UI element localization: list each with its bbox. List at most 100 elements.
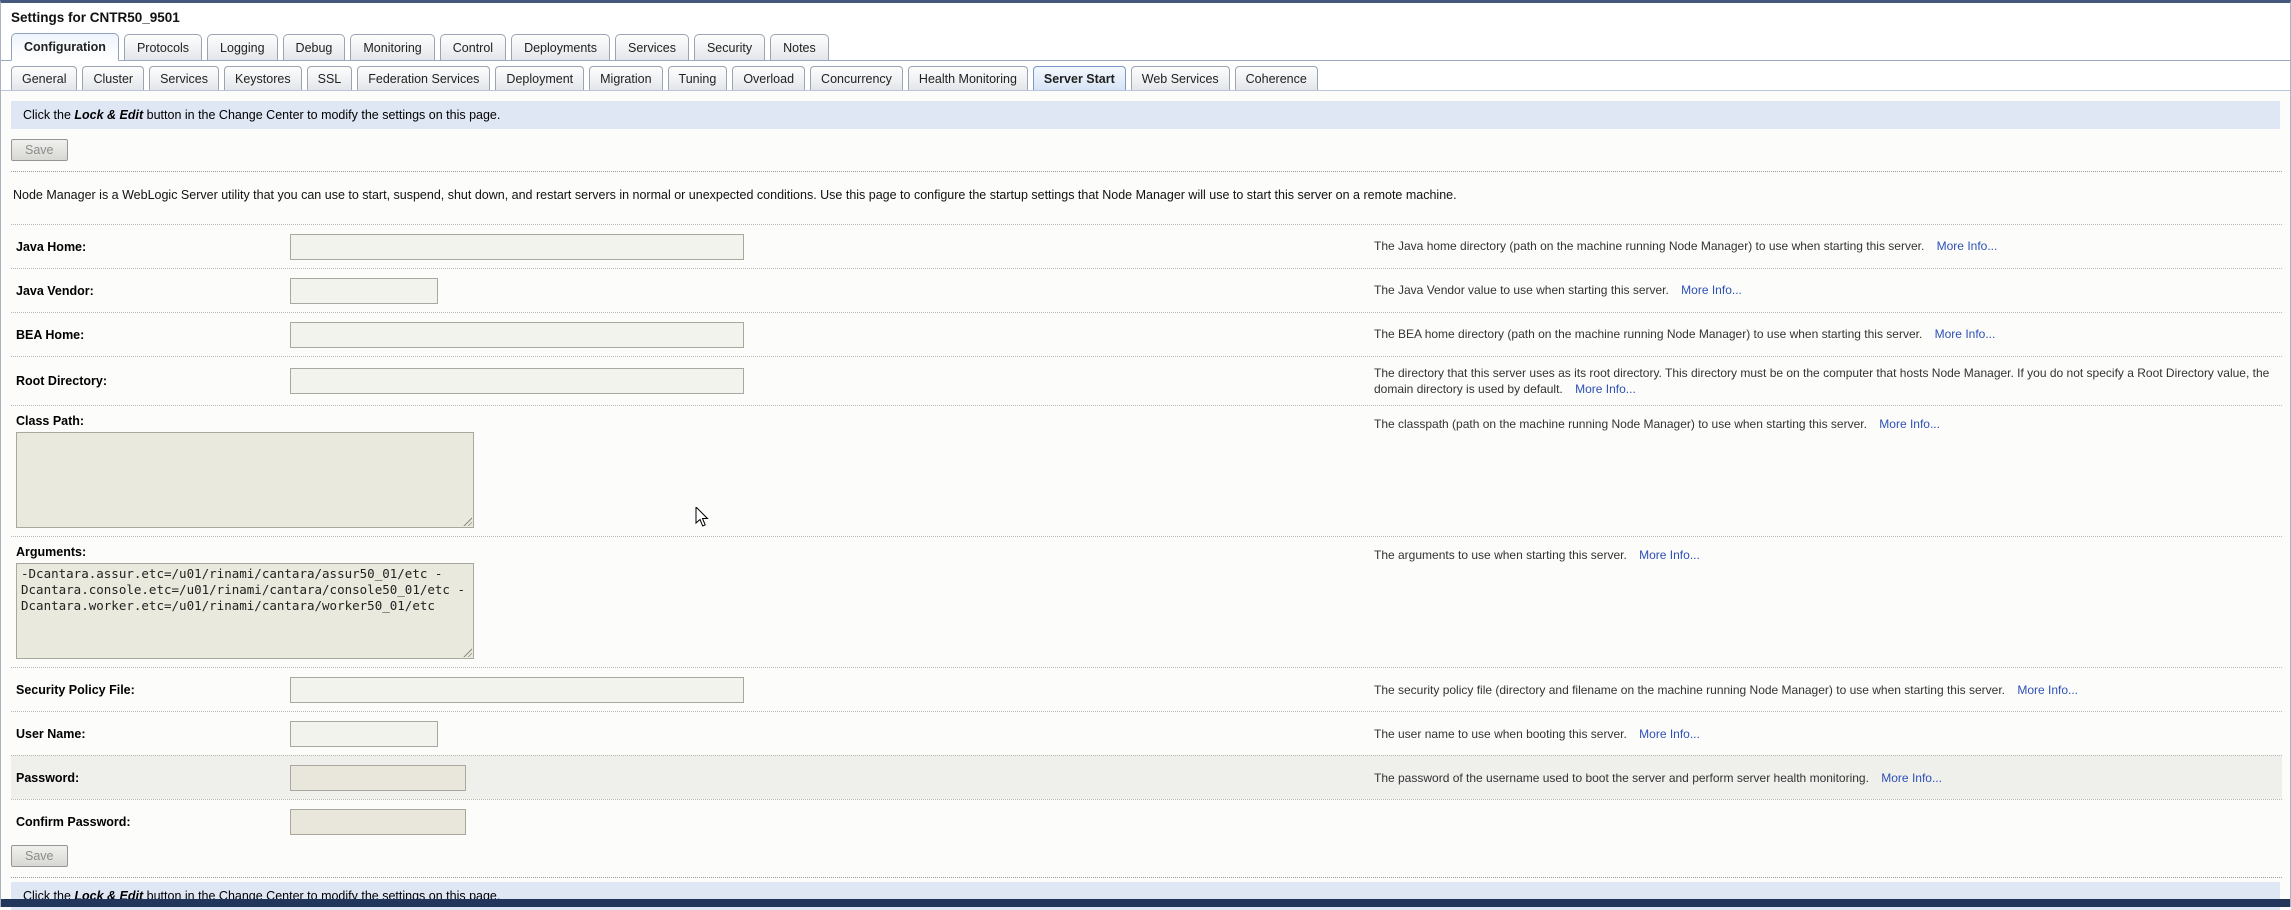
form-row-arguments: Arguments: -Dcantara.assur.etc=/u01/rinam… [11, 536, 2282, 667]
tab-general[interactable]: General [11, 66, 77, 90]
page-content: Click the Lock & Edit button in the Chan… [1, 91, 2290, 910]
bea-home-input[interactable] [290, 322, 744, 348]
form-row-root-directory: Root Directory: The directory that this s… [11, 356, 2282, 405]
page-title: Settings for CNTR50_9501 [1, 3, 2290, 30]
more-info-link[interactable]: More Info... [1879, 417, 1940, 431]
weblogic-console-page: Settings for CNTR50_9501 ConfigurationPr… [0, 0, 2291, 907]
class-path-textarea[interactable] [16, 432, 474, 528]
field-label-java-home: Java Home: [11, 240, 290, 254]
more-info-link[interactable]: More Info... [1639, 727, 1700, 741]
java-home-input[interactable] [290, 234, 744, 260]
lock-and-edit-emphasis: Lock & Edit [74, 108, 143, 122]
field-cell [290, 765, 1374, 791]
security-policy-file-input[interactable] [290, 677, 744, 703]
description-text: The password of the username used to boo… [1374, 771, 1872, 785]
java-vendor-input[interactable] [290, 278, 438, 304]
field-description: The directory that this server uses as i… [1374, 365, 2282, 397]
tab-services[interactable]: Services [615, 34, 689, 60]
more-info-link[interactable]: More Info... [1575, 382, 1636, 396]
field-description: The security policy file (directory and … [1374, 682, 2282, 698]
more-info-link[interactable]: More Info... [1881, 771, 1942, 785]
confirm-password-input[interactable] [290, 809, 466, 835]
notice-text: Click the [23, 108, 74, 122]
more-info-link[interactable]: More Info... [2017, 683, 2078, 697]
description-text: The classpath (path on the machine runni… [1374, 417, 1870, 431]
field-cell [290, 234, 1374, 260]
root-directory-input[interactable] [290, 368, 744, 394]
field-cell [290, 721, 1374, 747]
more-info-link[interactable]: More Info... [1639, 548, 1700, 562]
description-text: The BEA home directory (path on the mach… [1374, 327, 1926, 341]
more-info-link[interactable]: More Info... [1935, 327, 1996, 341]
page-bottom-bar [1, 899, 2290, 907]
field-description: The password of the username used to boo… [1374, 770, 2282, 786]
field-label-root-directory: Root Directory: [11, 374, 290, 388]
tab-protocols[interactable]: Protocols [124, 34, 202, 60]
tab-security[interactable]: Security [694, 34, 765, 60]
tab-notes[interactable]: Notes [770, 34, 829, 60]
field-label-security-policy-file: Security Policy File: [11, 683, 290, 697]
separator [11, 171, 2282, 172]
tab-control[interactable]: Control [440, 34, 506, 60]
field-label-password: Password: [11, 771, 290, 785]
page-description: Node Manager is a WebLogic Server utilit… [13, 188, 2280, 202]
form-row-bea-home: BEA Home:The BEA home directory (path on… [11, 312, 2282, 356]
field-label-java-vendor: Java Vendor: [11, 284, 290, 298]
tab-configuration[interactable]: Configuration [11, 33, 119, 61]
field-label-class-path: Class Path: [11, 414, 1374, 428]
save-button[interactable]: Save [11, 139, 68, 161]
primary-tab-bar: ConfigurationProtocolsLoggingDebugMonito… [1, 30, 2290, 61]
tab-cluster[interactable]: Cluster [82, 66, 144, 90]
field-cell [290, 368, 1374, 394]
field-label-arguments: Arguments: [11, 545, 1374, 559]
secondary-tab-bar: GeneralClusterServicesKeystoresSSLFedera… [1, 61, 2290, 91]
form-row-user-name: User Name: The user name to use when boot… [11, 711, 2282, 755]
tab-migration[interactable]: Migration [589, 66, 662, 90]
description-text: The security policy file (directory and … [1374, 683, 2008, 697]
description-text: The Java Vendor value to use when starti… [1374, 283, 1672, 297]
field-cell [290, 809, 1374, 835]
tab-coherence[interactable]: Coherence [1235, 66, 1318, 90]
server-start-form: Java Home:The Java home directory (path … [11, 224, 2282, 843]
field-description: The Java Vendor value to use when starti… [1374, 282, 2282, 298]
field-description: The classpath (path on the machine runni… [1374, 414, 2282, 432]
form-row-security-policy-file: Security Policy File: The security policy… [11, 667, 2282, 711]
user-name-input[interactable] [290, 721, 438, 747]
field-label-user-name: User Name: [11, 727, 290, 741]
description-text: The user name to use when booting this s… [1374, 727, 1630, 741]
tab-logging[interactable]: Logging [207, 34, 278, 60]
tab-concurrency[interactable]: Concurrency [810, 66, 903, 90]
field-cell [290, 322, 1374, 348]
tab-monitoring[interactable]: Monitoring [350, 34, 434, 60]
tab-debug[interactable]: Debug [283, 34, 346, 60]
tab-services[interactable]: Services [149, 66, 219, 90]
notice-text: button in the Change Center to modify th… [143, 108, 500, 122]
form-row-java-home: Java Home:The Java home directory (path … [11, 224, 2282, 268]
more-info-link[interactable]: More Info... [1681, 283, 1742, 297]
tab-server-start[interactable]: Server Start [1033, 66, 1126, 90]
tab-health-monitoring[interactable]: Health Monitoring [908, 66, 1028, 90]
tab-tuning[interactable]: Tuning [668, 66, 728, 90]
field-cell [290, 278, 1374, 304]
tab-web-services[interactable]: Web Services [1131, 66, 1230, 90]
field-description: The user name to use when booting this s… [1374, 726, 2282, 742]
form-row-java-vendor: Java Vendor: The Java Vendor value to use… [11, 268, 2282, 312]
save-button-bottom[interactable]: Save [11, 845, 68, 867]
password-input[interactable] [290, 765, 466, 791]
tab-deployments[interactable]: Deployments [511, 34, 610, 60]
tab-deployment[interactable]: Deployment [495, 66, 584, 90]
tab-ssl[interactable]: SSL [307, 66, 353, 90]
arguments-textarea[interactable]: -Dcantara.assur.etc=/u01/rinami/cantara/… [16, 563, 474, 659]
description-text: The directory that this server uses as i… [1374, 366, 2269, 396]
form-row-confirm-password: Confirm Password: [11, 799, 2282, 843]
field-description: The arguments to use when starting this … [1374, 545, 2282, 563]
field-label-confirm-password: Confirm Password: [11, 815, 290, 829]
more-info-link[interactable]: More Info... [1937, 239, 1998, 253]
tab-federation-services[interactable]: Federation Services [357, 66, 490, 90]
tab-overload[interactable]: Overload [732, 66, 805, 90]
change-center-notice: Click the Lock & Edit button in the Chan… [11, 101, 2280, 129]
field-description: The BEA home directory (path on the mach… [1374, 326, 2282, 342]
field-cell [290, 677, 1374, 703]
form-row-password: Password: The password of the username us… [11, 755, 2282, 799]
tab-keystores[interactable]: Keystores [224, 66, 302, 90]
